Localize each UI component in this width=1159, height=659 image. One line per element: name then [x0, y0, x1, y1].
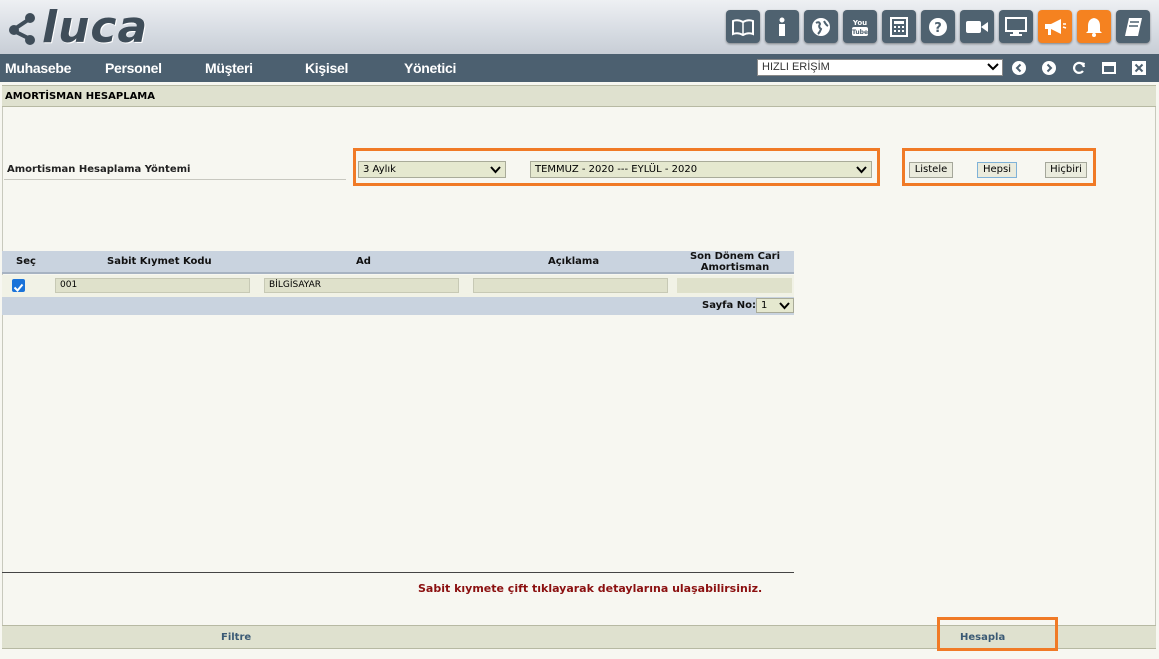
info-message: Sabit kıymete çift tıklayarak detayların… [418, 582, 763, 595]
table-row[interactable]: 001 BİLGİSAYAR [2, 275, 794, 297]
pager-label: Sayfa No: [702, 300, 756, 311]
column-header-select: Seç [16, 256, 36, 267]
asset-name-cell[interactable]: BİLGİSAYAR [264, 278, 459, 293]
help-icon[interactable]: ? [921, 10, 955, 43]
svg-text:Tube: Tube [852, 29, 868, 36]
book-icon[interactable] [726, 10, 760, 43]
select-none-button[interactable]: Hiçbiri [1045, 162, 1087, 178]
list-button[interactable]: Listele [909, 162, 953, 178]
app-header: luca You Tube ? [0, 0, 1159, 54]
asset-code-cell[interactable]: 001 [55, 278, 250, 293]
date-range-select[interactable]: TEMMUZ - 2020 --- EYLÜL - 2020 [530, 161, 872, 178]
last-period-cell [677, 278, 792, 293]
chevron-down-icon [779, 302, 790, 310]
menu-item-personel[interactable]: Personel [105, 60, 162, 76]
youtube-icon[interactable]: You Tube [843, 10, 877, 43]
grid-pager: Sayfa No: 1 [2, 297, 794, 315]
luca-logo[interactable]: luca [6, 6, 148, 50]
column-header-code[interactable]: Sabit Kıymet Kodu [107, 256, 212, 267]
video-camera-icon[interactable] [960, 10, 994, 43]
close-icon[interactable] [1132, 61, 1146, 75]
logo-mark-icon [9, 13, 35, 45]
calculator-icon[interactable] [882, 10, 916, 43]
forward-icon[interactable] [1042, 61, 1056, 75]
filter-button[interactable]: Filtre [221, 632, 251, 643]
divider [2, 572, 794, 573]
info-icon[interactable] [765, 10, 799, 43]
megaphone-icon[interactable] [1038, 10, 1072, 43]
page-number-select[interactable]: 1 [756, 298, 794, 313]
date-range-select-value: TEMMUZ - 2020 --- EYLÜL - 2020 [535, 164, 698, 175]
notebook-icon[interactable] [1116, 10, 1150, 43]
method-label: Amortisman Hesaplama Yöntemi [7, 164, 191, 175]
grid-header: Seç Sabit Kıymet Kodu Ad Açıklama Son Dö… [2, 251, 794, 274]
column-header-last-period-line2: Amortisman [700, 262, 770, 273]
column-header-last-period[interactable]: Son Dönem Cari Amortisman [682, 251, 788, 273]
svg-text:You: You [852, 19, 867, 27]
checkmark-icon [13, 283, 24, 292]
quick-access-select[interactable]: HIZLI ERİŞİM [757, 59, 1003, 76]
menu-item-yonetici[interactable]: Yönetici [404, 60, 456, 76]
period-select-value: 3 Aylık [363, 164, 396, 175]
column-header-last-period-line1: Son Dönem Cari [689, 251, 781, 262]
asset-description-cell[interactable] [473, 278, 668, 293]
globe-icon[interactable] [804, 10, 838, 43]
refresh-icon[interactable] [1072, 61, 1086, 75]
column-header-name[interactable]: Ad [356, 256, 371, 267]
row-checkbox[interactable] [12, 279, 25, 292]
logo-text: luca [42, 2, 149, 53]
page-title: AMORTİSMAN HESAPLAMA [2, 85, 1156, 107]
column-header-description[interactable]: Açıklama [548, 256, 599, 267]
menu-item-musteri[interactable]: Müşteri [205, 60, 253, 76]
back-icon[interactable] [1012, 61, 1026, 75]
content-panel [2, 107, 1156, 649]
svg-text:?: ? [934, 21, 942, 36]
page-number-value: 1 [761, 300, 768, 311]
quick-access-value: HIZLI ERİŞİM [762, 61, 830, 73]
chevron-down-icon [987, 63, 999, 71]
menu-item-muhasebe[interactable]: Muhasebe [5, 60, 71, 76]
highlight-box-calculate [937, 617, 1058, 651]
menu-item-kisisel[interactable]: Kişisel [305, 60, 348, 76]
divider [4, 179, 346, 180]
bell-icon[interactable] [1077, 10, 1111, 43]
period-select[interactable]: 3 Aylık [358, 161, 506, 178]
chevron-down-icon [490, 166, 501, 174]
main-menu-bar: Muhasebe Personel Müşteri Kişisel Yöneti… [0, 54, 1159, 82]
select-all-button[interactable]: Hepsi [977, 162, 1017, 178]
maximize-icon[interactable] [1102, 61, 1116, 75]
top-toolbar: You Tube ? [726, 10, 1150, 43]
monitor-icon[interactable] [999, 10, 1033, 43]
chevron-down-icon [856, 166, 867, 174]
